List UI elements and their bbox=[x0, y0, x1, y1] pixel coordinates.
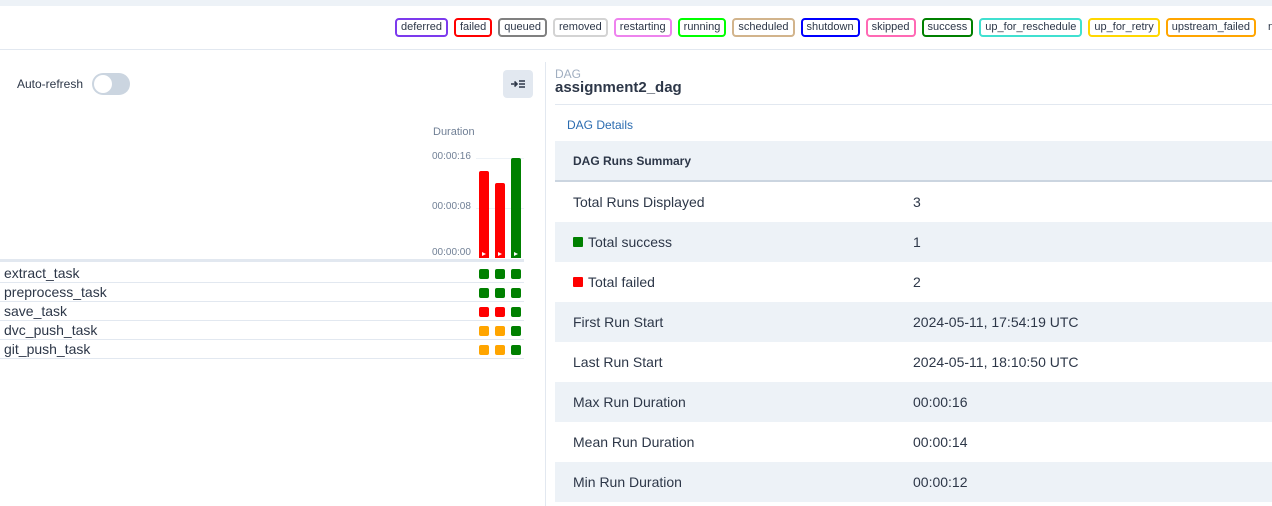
summary-value: 2 bbox=[913, 274, 921, 290]
task-instance-square[interactable] bbox=[479, 345, 489, 355]
summary-header: DAG Runs Summary bbox=[555, 141, 1272, 182]
task-instance-square[interactable] bbox=[511, 345, 521, 355]
summary-label: Mean Run Duration bbox=[573, 434, 694, 450]
summary-title: DAG Runs Summary bbox=[573, 154, 692, 168]
task-instance-square[interactable] bbox=[495, 288, 505, 298]
summary-value: 1 bbox=[913, 234, 921, 250]
summary-row: Min Run Duration 00:00:12 bbox=[555, 462, 1272, 502]
summary-label-text: Last Run Start bbox=[573, 354, 663, 370]
summary-label-text: Mean Run Duration bbox=[573, 434, 695, 450]
legend-no-status[interactable]: no_status bbox=[1262, 18, 1272, 37]
dag-title[interactable]: assignment2_dag bbox=[555, 79, 682, 96]
duration-tick-top: 00:00:16 bbox=[432, 151, 471, 162]
legend-removed[interactable]: removed bbox=[553, 18, 608, 37]
summary-label-text: Total failed bbox=[588, 274, 655, 290]
summary-row: Total failed 2 bbox=[555, 262, 1272, 302]
summary-label: Min Run Duration bbox=[573, 474, 682, 490]
duration-bar-run-1[interactable] bbox=[479, 170, 489, 258]
task-instance-square[interactable] bbox=[511, 326, 521, 336]
task-instance-square[interactable] bbox=[495, 345, 505, 355]
summary-row: Max Run Duration 00:00:16 bbox=[555, 382, 1272, 422]
summary-value: 2024-05-11, 18:10:50 UTC bbox=[913, 354, 1079, 370]
summary-label: Total failed bbox=[573, 274, 655, 290]
task-instance-square[interactable] bbox=[511, 269, 521, 279]
legend-scheduled[interactable]: scheduled bbox=[732, 18, 795, 37]
duration-tick-mid: 00:00:08 bbox=[432, 201, 471, 212]
task-row[interactable]: dvc_push_task bbox=[0, 321, 524, 340]
task-name[interactable]: preprocess_task bbox=[4, 284, 107, 300]
task-row[interactable]: git_push_task bbox=[0, 340, 524, 359]
task-name[interactable]: git_push_task bbox=[4, 341, 90, 357]
summary-label-text: Min Run Duration bbox=[573, 474, 682, 490]
play-icon bbox=[514, 252, 518, 256]
summary-label-text: Total Runs Displayed bbox=[573, 194, 705, 210]
summary-label-text: Max Run Duration bbox=[573, 394, 686, 410]
duration-bar-run-3[interactable] bbox=[511, 158, 521, 258]
collapse-arrow-icon bbox=[511, 80, 525, 88]
play-icon bbox=[498, 252, 502, 256]
summary-label-text: First Run Start bbox=[573, 314, 664, 330]
task-instance-square[interactable] bbox=[495, 307, 505, 317]
summary-label-text: Total success bbox=[588, 234, 673, 250]
grid-baseline bbox=[0, 259, 524, 262]
legend-success[interactable]: success bbox=[921, 18, 974, 37]
task-row[interactable]: preprocess_task bbox=[0, 283, 524, 302]
summary-label: Total Runs Displayed bbox=[573, 194, 705, 210]
auto-refresh-toggle[interactable] bbox=[92, 73, 131, 95]
summary-value: 00:00:14 bbox=[913, 434, 968, 450]
legend-up-for-retry[interactable]: up_for_retry bbox=[1088, 18, 1160, 37]
legend-restarting[interactable]: restarting bbox=[613, 18, 672, 37]
task-instance-square[interactable] bbox=[479, 307, 489, 317]
summary-row: Mean Run Duration 00:00:14 bbox=[555, 422, 1272, 462]
task-instance-square[interactable] bbox=[511, 307, 521, 317]
task-instance-square[interactable] bbox=[495, 269, 505, 279]
task-instance-square[interactable] bbox=[479, 269, 489, 279]
legend-skipped[interactable]: skipped bbox=[865, 18, 916, 37]
collapse-details-button[interactable] bbox=[503, 70, 533, 98]
legend-upstream-failed[interactable]: upstream_failed bbox=[1165, 18, 1256, 37]
summary-value: 00:00:16 bbox=[913, 394, 968, 410]
summary-row: Total success 1 bbox=[555, 222, 1272, 262]
auto-refresh-label: Auto-refresh bbox=[17, 77, 84, 91]
title-divider bbox=[555, 104, 1272, 105]
summary-value: 3 bbox=[913, 194, 921, 210]
task-name[interactable]: dvc_push_task bbox=[4, 322, 97, 338]
summary-row: First Run Start 2024-05-11, 17:54:19 UTC bbox=[555, 302, 1272, 342]
header-divider bbox=[0, 49, 1272, 50]
task-row[interactable]: extract_task bbox=[0, 264, 524, 283]
summary-label: Total success bbox=[573, 234, 672, 250]
top-strip bbox=[0, 0, 1272, 6]
legend-up-for-reschedule[interactable]: up_for_reschedule bbox=[979, 18, 1083, 37]
task-row[interactable]: save_task bbox=[0, 302, 524, 321]
task-instance-square[interactable] bbox=[511, 288, 521, 298]
legend-running[interactable]: running bbox=[677, 18, 727, 37]
pane-divider[interactable] bbox=[545, 62, 546, 506]
task-instance-square[interactable] bbox=[479, 288, 489, 298]
legend-failed[interactable]: failed bbox=[453, 18, 493, 37]
summary-label: Last Run Start bbox=[573, 354, 663, 370]
summary-label: Max Run Duration bbox=[573, 394, 686, 410]
task-instance-square[interactable] bbox=[495, 326, 505, 336]
task-name[interactable]: save_task bbox=[4, 303, 67, 319]
summary-row: Total Runs Displayed 3 bbox=[555, 182, 1272, 222]
tab-dag-details[interactable]: DAG Details bbox=[567, 118, 633, 132]
duration-tick-bottom: 00:00:00 bbox=[432, 247, 471, 258]
summary-label: First Run Start bbox=[573, 314, 663, 330]
auto-refresh-control: Auto-refresh bbox=[17, 73, 131, 95]
play-icon bbox=[482, 252, 486, 256]
summary-row: Last Run Start 2024-05-11, 18:10:50 UTC bbox=[555, 342, 1272, 382]
duration-axis-title: Duration bbox=[433, 126, 475, 138]
summary-value: 2024-05-11, 17:54:19 UTC bbox=[913, 314, 1079, 330]
status-square-icon bbox=[573, 237, 583, 247]
duration-bar-run-2[interactable] bbox=[495, 183, 505, 258]
task-name[interactable]: extract_task bbox=[4, 265, 79, 281]
summary-value: 00:00:12 bbox=[913, 474, 968, 490]
legend-shutdown[interactable]: shutdown bbox=[800, 18, 860, 37]
legend-queued[interactable]: queued bbox=[498, 18, 547, 37]
state-legend: deferred failed queued removed restartin… bbox=[395, 18, 1272, 37]
task-instance-square[interactable] bbox=[479, 326, 489, 336]
status-square-icon bbox=[573, 277, 583, 287]
legend-deferred[interactable]: deferred bbox=[395, 18, 448, 37]
